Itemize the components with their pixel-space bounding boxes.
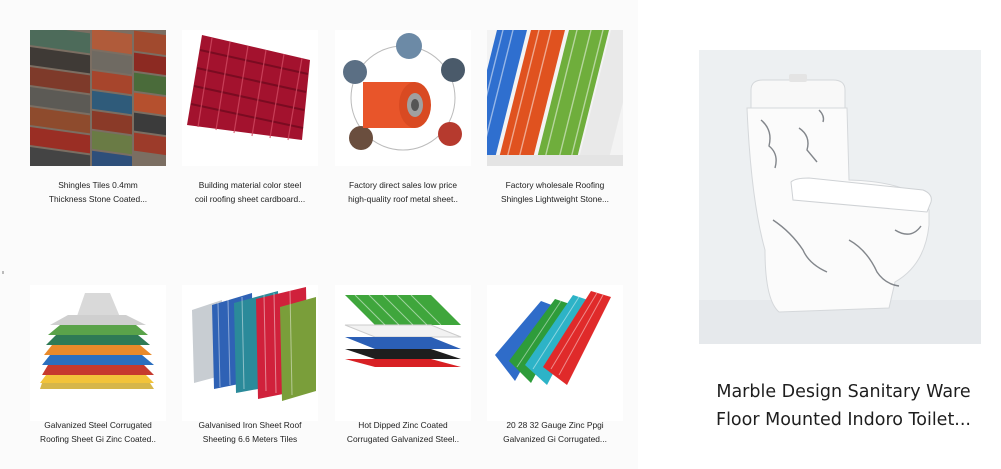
product-title-line1: Factory wholesale Roofing bbox=[505, 180, 605, 190]
product-title-line1: Shingles Tiles 0.4mm bbox=[58, 180, 138, 190]
edge-mark bbox=[2, 271, 4, 274]
product-title[interactable]: Factory direct sales low price high-qual… bbox=[328, 178, 478, 206]
featured-product-card[interactable]: Marble Design Sanitary Ware Floor Mounte… bbox=[686, 16, 1001, 469]
featured-product-title[interactable]: Marble Design Sanitary Ware Floor Mounte… bbox=[686, 378, 1001, 434]
product-title[interactable]: 20 28 32 Gauge Zinc Ppgi Galvanized Gi C… bbox=[480, 418, 630, 446]
product-title-line2: Roofing Sheet Gi Zinc Coated.. bbox=[40, 434, 156, 444]
featured-product-image[interactable] bbox=[699, 50, 981, 344]
product-title-line1: Hot Dipped Zinc Coated bbox=[358, 420, 448, 430]
product-image[interactable] bbox=[335, 30, 471, 166]
product-title-line2: Galvanized Gi Corrugated... bbox=[503, 434, 607, 444]
product-image[interactable] bbox=[182, 30, 318, 166]
product-title[interactable]: Shingles Tiles 0.4mm Thickness Stone Coa… bbox=[23, 178, 173, 206]
product-image[interactable] bbox=[487, 30, 623, 166]
product-grid: Shingles Tiles 0.4mm Thickness Stone Coa… bbox=[0, 0, 638, 469]
product-title-line2: Sheeting 6.6 Meters Tiles bbox=[202, 434, 298, 444]
product-image[interactable] bbox=[30, 285, 166, 421]
product-title[interactable]: Galvanised Iron Sheet Roof Sheeting 6.6 … bbox=[175, 418, 325, 446]
product-image[interactable] bbox=[182, 285, 318, 421]
product-title-line1: Building material color steel bbox=[198, 180, 302, 190]
product-title[interactable]: Galvanized Steel Corrugated Roofing Shee… bbox=[23, 418, 173, 446]
product-title[interactable]: Building material color steel coil roofi… bbox=[175, 178, 325, 206]
product-title-line2: coil roofing sheet cardboard... bbox=[194, 194, 306, 204]
product-title[interactable]: Hot Dipped Zinc Coated Corrugated Galvan… bbox=[328, 418, 478, 446]
product-title[interactable]: Factory wholesale Roofing Shingles Light… bbox=[480, 178, 630, 206]
product-image[interactable] bbox=[30, 30, 166, 166]
product-title-line1: 20 28 32 Gauge Zinc Ppgi bbox=[506, 420, 604, 430]
featured-title-line1: Marble Design Sanitary Ware bbox=[716, 382, 971, 402]
product-title-line1: Galvanised Iron Sheet Roof bbox=[198, 420, 302, 430]
product-title-line1: Galvanized Steel Corrugated bbox=[44, 420, 152, 430]
product-title-line1: Factory direct sales low price bbox=[349, 180, 457, 190]
product-image[interactable] bbox=[487, 285, 623, 421]
product-title-line2: high-quality roof metal sheet.. bbox=[348, 194, 458, 204]
product-title-line2: Corrugated Galvanized Steel.. bbox=[346, 434, 460, 444]
featured-title-line2: Floor Mounted Indoro Toilet... bbox=[716, 410, 971, 430]
product-title-line2: Shingles Lightweight Stone... bbox=[500, 194, 610, 204]
product-title-line2: Thickness Stone Coated... bbox=[48, 194, 148, 204]
product-image[interactable] bbox=[335, 285, 471, 421]
